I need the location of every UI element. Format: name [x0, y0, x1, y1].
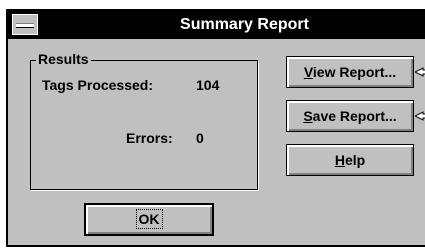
save-report-label: ave Report...	[312, 108, 397, 124]
help-label: elp	[344, 152, 366, 168]
tags-processed-label: Tags Processed:	[42, 77, 154, 93]
tags-processed-value: 104	[196, 77, 220, 93]
save-report-button[interactable]: Save Report...	[286, 100, 414, 132]
view-report-button[interactable]: View Report...	[286, 56, 414, 88]
save-report-mnemonic: S	[303, 108, 313, 124]
help-mnemonic: H	[334, 152, 345, 168]
ok-label: OK	[138, 211, 160, 227]
window-title: Summary Report	[180, 16, 309, 33]
title-bar[interactable]: Summary Report	[8, 11, 425, 39]
results-group-label: Results	[36, 51, 91, 67]
view-report-mnemonic: V	[303, 64, 313, 80]
summary-report-dialog: Summary Report Results Tags Processed: 1…	[6, 9, 425, 247]
errors-label: Errors:	[126, 130, 173, 146]
ok-focus-rect: OK	[135, 209, 163, 229]
help-button[interactable]: Help	[286, 144, 414, 176]
system-menu-icon[interactable]	[12, 14, 38, 35]
arrow-left-icon	[415, 111, 425, 121]
errors-value: 0	[196, 130, 204, 146]
ok-button[interactable]: OK	[84, 203, 214, 236]
system-menu-bar-glyph	[16, 23, 34, 28]
view-report-label: iew Report...	[312, 64, 397, 80]
arrow-left-icon	[415, 67, 425, 77]
